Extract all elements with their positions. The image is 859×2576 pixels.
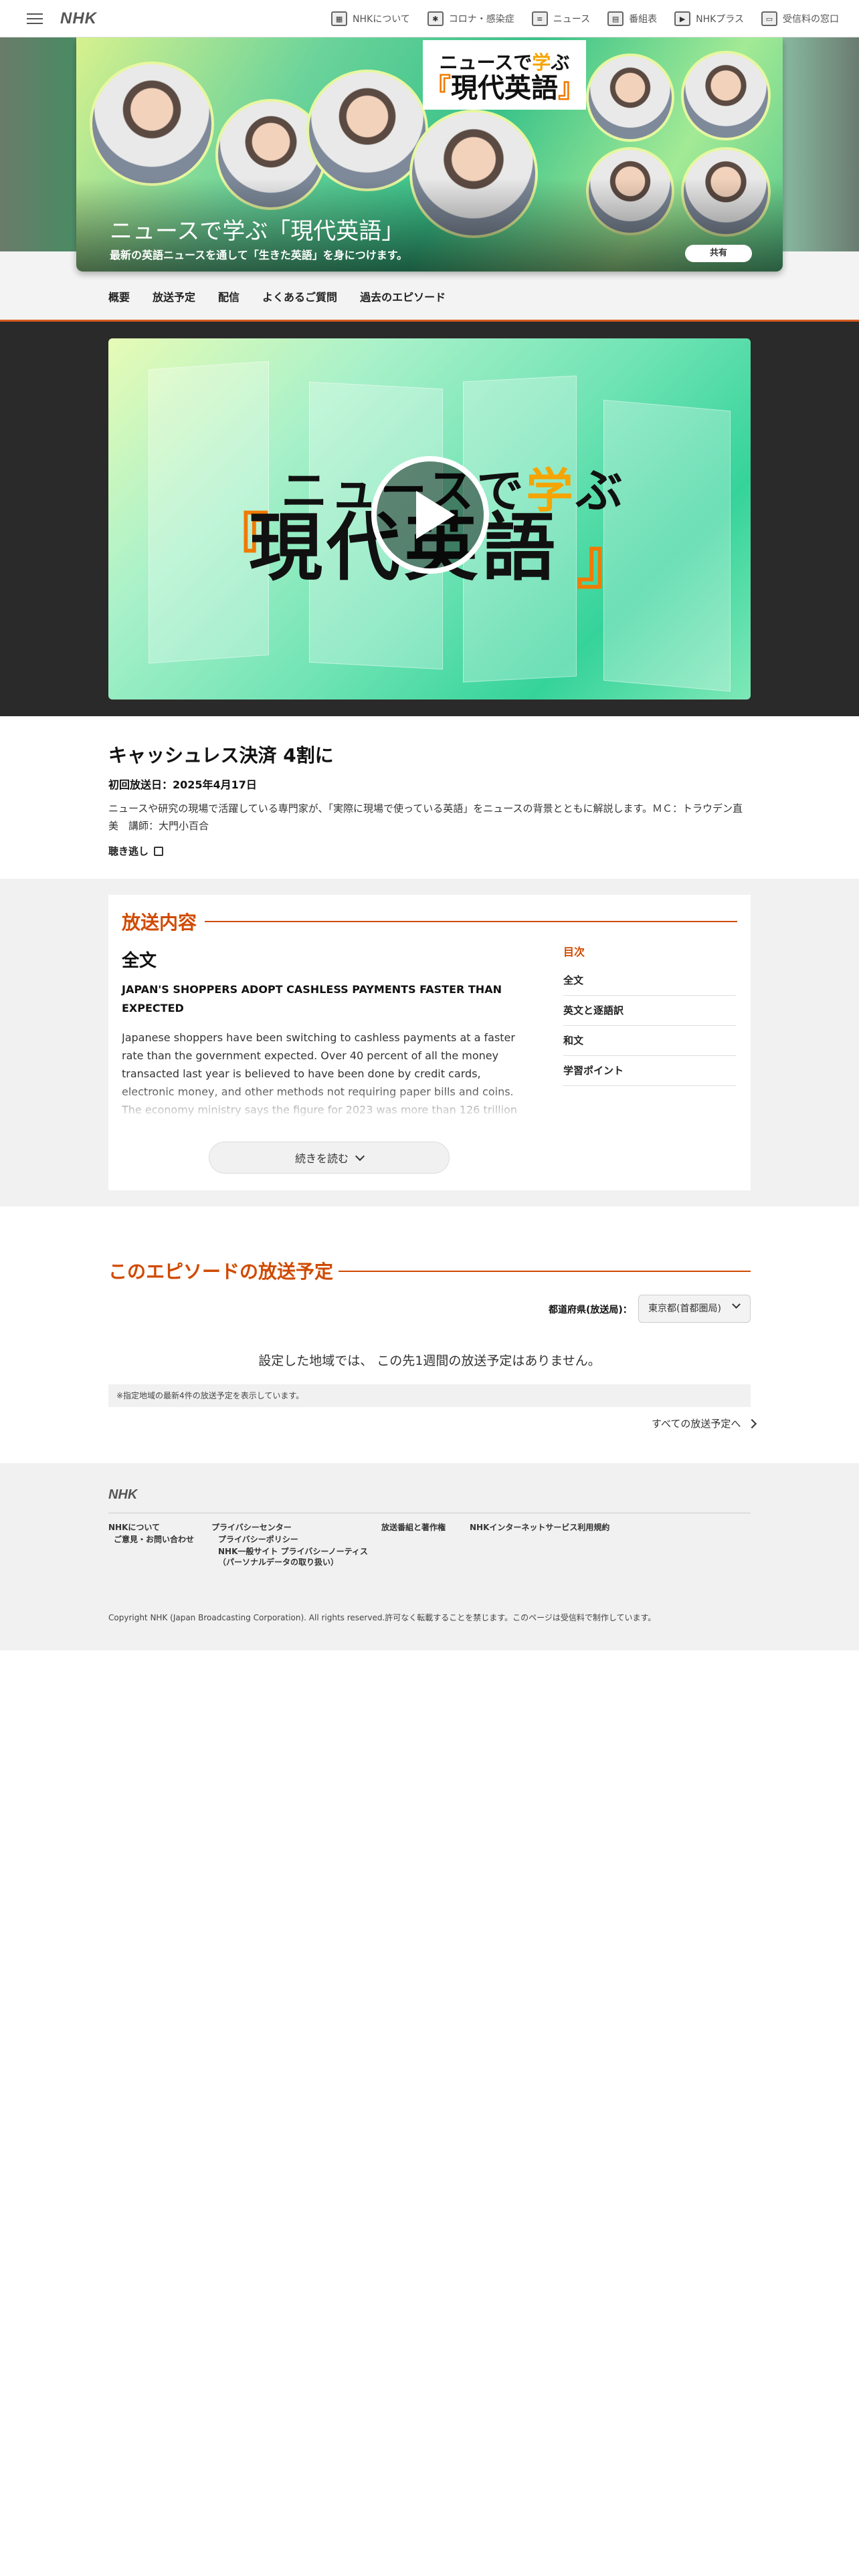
- section-title: 全文: [122, 951, 157, 971]
- presenter-photo: [90, 62, 214, 186]
- news-icon: ≡: [531, 11, 548, 26]
- nhk-logo[interactable]: NHK: [60, 9, 97, 28]
- program-nav: 概要 放送予定 配信 よくあるご質問 過去のエピソード: [108, 273, 446, 320]
- schedule-note: ※指定地域の最新4件の放送予定を表示しています。: [108, 1384, 751, 1407]
- share-button[interactable]: 共有: [685, 245, 752, 262]
- header-nav: ▦ NHKについて ✱ コロナ・感染症 ≡ ニュース ▤ 番組表 ▶ NHKプラス ▭ 受信…: [331, 0, 839, 37]
- video-title-text: ぶ: [575, 463, 626, 518]
- footer-link[interactable]: プライバシーポリシー: [218, 1534, 298, 1545]
- tab-past-episodes[interactable]: 過去のエピソード: [360, 288, 446, 304]
- footer-link[interactable]: プライバシーセンター: [211, 1522, 292, 1533]
- content-heading: 放送内容: [122, 911, 197, 934]
- header-nav-label: NHKプラス: [696, 14, 744, 25]
- presenter-photo: [681, 51, 771, 140]
- toc-item[interactable]: 英文と逐語訳: [563, 996, 736, 1026]
- program-logo-text: で: [513, 51, 533, 74]
- header-nav-label: 番組表: [629, 14, 658, 25]
- menu-icon[interactable]: [27, 13, 43, 24]
- footer-link[interactable]: 放送番組と著作権: [381, 1522, 446, 1533]
- no-schedule-message: 設定した地域では、 この先1週間の放送予定はありません。: [258, 1354, 601, 1368]
- program-subtitle: 最新の英語ニュースを通して「生きた英語」を身につけます。: [110, 249, 408, 261]
- external-link-icon: [154, 846, 164, 856]
- presenter-photo: [586, 53, 674, 142]
- prefecture-value: 東京都(首都圏局): [648, 1303, 721, 1314]
- program-title: ニュースで学ぶ「現代英語」: [110, 218, 405, 245]
- tab-streaming[interactable]: 配信: [218, 288, 240, 304]
- toc-item[interactable]: 学習ポイント: [563, 1056, 736, 1086]
- header-nav-label: ニュース: [553, 14, 591, 25]
- program-logo-text: 現代英語: [451, 73, 558, 104]
- copyright: Copyright NHK (Japan Broadcasting Corpor…: [108, 1613, 656, 1622]
- english-headline: JAPAN'S SHOPPERS ADOPT CASHLESS PAYMENTS…: [122, 983, 502, 1014]
- toc-heading: 目次: [563, 946, 585, 958]
- header-nav-news[interactable]: ≡ ニュース: [531, 11, 591, 26]
- header-nav-about[interactable]: ▦ NHKについて: [331, 11, 410, 26]
- tv-icon: ▭: [761, 11, 777, 26]
- read-more-label: 続きを読む: [294, 1152, 349, 1165]
- schedule-heading: このエピソードの放送予定: [108, 1261, 334, 1283]
- header-nav-label: 受信料の窓口: [783, 14, 839, 25]
- video-title-bracket: 』: [577, 527, 637, 597]
- play-icon: [416, 491, 455, 539]
- program-logo-text: 学: [532, 51, 551, 74]
- program-logo-bracket: 』: [558, 73, 585, 104]
- play-button[interactable]: [371, 456, 489, 574]
- footer-link[interactable]: NHK一般サイト プライバシーノーティス（パーソナルデータの取り扱い）: [218, 1546, 372, 1568]
- episode-description: ニュースや研究の現場で活躍している専門家が、「実際に現場で使っている英語」をニュ…: [108, 802, 743, 832]
- play-icon: ▶: [674, 11, 691, 26]
- header-nav-label: コロナ・感染症: [448, 14, 514, 25]
- video-player[interactable]: ニュースで学ぶ 『 現代英語 』: [108, 338, 751, 700]
- header-nav-corona[interactable]: ✱ コロナ・感染症: [427, 11, 514, 26]
- all-schedule-link[interactable]: すべての放送予定へ: [652, 1416, 757, 1430]
- listen-label: 聴き逃し: [108, 845, 149, 857]
- read-more-button[interactable]: 続きを読む: [209, 1142, 450, 1174]
- heading-rule: [205, 921, 737, 922]
- site-header: NHK ▦ NHKについて ✱ コロナ・感染症 ≡ ニュース ▤ 番組表 ▶ NHKプラス…: [0, 0, 859, 37]
- header-nav-nhkplus[interactable]: ▶ NHKプラス: [674, 11, 744, 26]
- chevron-down-icon: [355, 1151, 365, 1161]
- all-schedule-label: すべての放送予定へ: [652, 1418, 741, 1430]
- episode-air-date: 初回放送日：2025年4月17日: [108, 778, 257, 791]
- program-logo-bracket: 『: [424, 73, 451, 104]
- footer-link[interactable]: NHKインターネットサービス利用規約: [470, 1522, 609, 1533]
- footer-link[interactable]: NHKについて: [108, 1522, 160, 1533]
- header-nav-label: NHKについて: [353, 14, 410, 25]
- text-fade: [122, 1083, 523, 1121]
- prefecture-select[interactable]: 東京都(首都圏局): [638, 1295, 751, 1323]
- program-logo-text: ニュース: [439, 51, 514, 74]
- prefecture-label: 都道府県(放送局)：: [549, 1305, 632, 1315]
- episode-title: キャッシュレス決済 4割に: [108, 744, 334, 766]
- hero-banner: ニュースで学ぶ 『現代英語』 ニュースで学ぶ「現代英語」 最新の英語ニュースを通…: [76, 37, 783, 272]
- tab-faq[interactable]: よくあるご質問: [262, 288, 337, 304]
- listen-link[interactable]: 聴き逃し: [108, 844, 164, 858]
- program-logo-text: ぶ: [551, 51, 570, 74]
- header-nav-schedule[interactable]: ▤ 番組表: [607, 11, 657, 26]
- chevron-down-icon: [732, 1300, 741, 1309]
- toc-item[interactable]: 和文: [563, 1026, 736, 1056]
- program-logo: ニュースで学ぶ 『現代英語』: [423, 40, 586, 110]
- tab-schedule[interactable]: 放送予定: [153, 288, 195, 304]
- heading-rule: [339, 1271, 751, 1272]
- footer-logo[interactable]: NHK: [108, 1487, 137, 1503]
- virus-icon: ✱: [427, 11, 444, 26]
- footer-link[interactable]: ご意見・お問い合わせ: [114, 1534, 194, 1545]
- grid-icon: ▤: [607, 11, 624, 26]
- nhk-icon: ▦: [331, 11, 348, 26]
- table-of-contents: 目次 全文 英文と逐語訳 和文 学習ポイント: [563, 943, 736, 1086]
- tab-overview[interactable]: 概要: [108, 288, 130, 304]
- toc-item[interactable]: 全文: [563, 966, 736, 996]
- chevron-right-icon: [747, 1418, 757, 1428]
- header-nav-fee[interactable]: ▭ 受信料の窓口: [761, 11, 839, 26]
